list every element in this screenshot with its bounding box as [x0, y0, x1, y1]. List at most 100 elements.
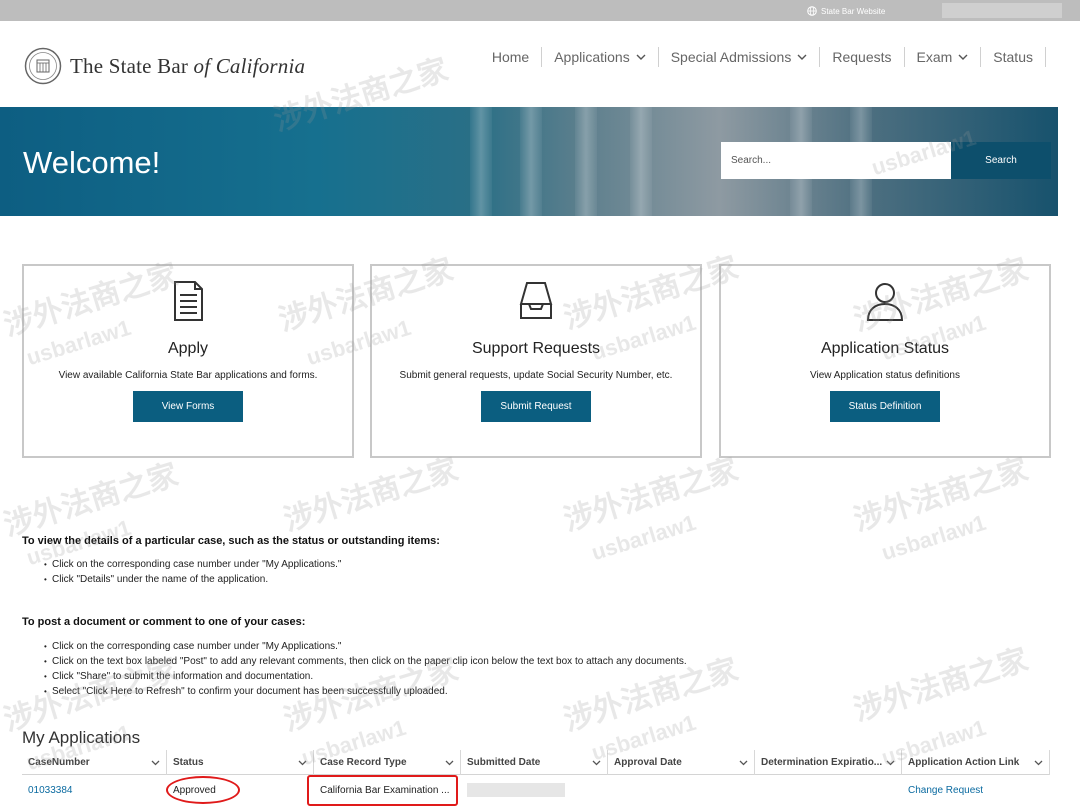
- user-icon: [866, 283, 904, 321]
- card-description: View Application status definitions: [810, 370, 960, 381]
- watermark-text: 涉外法商之家: [560, 453, 742, 538]
- column-header-submitted-date[interactable]: Submitted Date: [461, 750, 608, 775]
- instructions-list-view: Click on the corresponding case number u…: [44, 557, 341, 587]
- cell-action-link: Change Request: [902, 776, 1050, 804]
- redacted-submitted-date: [467, 783, 565, 797]
- column-header-label: Application Action Link: [908, 757, 1020, 768]
- column-header-label: Approval Date: [614, 757, 682, 768]
- chevron-down-icon: [958, 54, 968, 60]
- column-header-label: Case Record Type: [320, 757, 407, 768]
- user-menu-redacted[interactable]: [942, 3, 1062, 18]
- applications-table-header: CaseNumber Status Case Record Type Submi…: [22, 750, 1050, 775]
- card-description: Submit general requests, update Social S…: [399, 370, 673, 381]
- chevron-down-icon[interactable]: [739, 760, 748, 766]
- main-nav: Home Applications Special Admissions Req…: [480, 47, 1046, 67]
- column-header-label: Status: [173, 757, 204, 768]
- case-number-link[interactable]: 01033384: [28, 785, 73, 796]
- nav-status-label: Status: [993, 49, 1033, 65]
- cell-case-number: 01033384: [22, 776, 167, 804]
- list-item: Click "Details" under the name of the ap…: [44, 572, 341, 587]
- hero-column-decoration: [470, 107, 492, 216]
- card-title: Support Requests: [471, 340, 601, 357]
- cell-approval-date: [608, 776, 755, 804]
- column-header-record-type[interactable]: Case Record Type: [314, 750, 461, 775]
- chevron-down-icon[interactable]: [445, 760, 454, 766]
- chevron-down-icon[interactable]: [592, 760, 601, 766]
- nav-exam-label: Exam: [916, 49, 953, 65]
- nav-requests-label: Requests: [832, 49, 892, 65]
- seal-icon: [24, 47, 62, 85]
- card-description: View available California State Bar appl…: [58, 370, 318, 381]
- cell-expiration: [755, 776, 902, 804]
- instructions-heading-post: To post a document or comment to one of …: [22, 616, 306, 628]
- column-header-label: Determination Expiratio...: [761, 757, 883, 768]
- watermark-text: 涉外法商之家: [850, 643, 1032, 728]
- nav-home[interactable]: Home: [480, 47, 543, 67]
- my-applications-title: My Applications: [22, 728, 141, 747]
- list-item: Click on the corresponding case number u…: [44, 639, 687, 654]
- state-bar-website-link[interactable]: State Bar Website: [807, 4, 885, 18]
- apply-card: Apply View available California State Ba…: [22, 264, 354, 458]
- column-header-label: CaseNumber: [28, 757, 90, 768]
- view-forms-button[interactable]: View Forms: [133, 391, 243, 422]
- chevron-down-icon: [797, 54, 807, 60]
- nav-special-admissions-label: Special Admissions: [670, 49, 792, 65]
- status-highlight-oval: [166, 776, 240, 804]
- watermark-text: usbarlaw1: [588, 509, 699, 566]
- column-header-action-link[interactable]: Application Action Link: [902, 750, 1050, 775]
- watermark-text: 涉外法商之家: [0, 458, 182, 543]
- chevron-down-icon: [636, 54, 646, 60]
- instructions-list-post: Click on the corresponding case number u…: [44, 639, 687, 699]
- chevron-down-icon[interactable]: [1034, 760, 1043, 766]
- search-button[interactable]: Search: [951, 142, 1051, 179]
- nav-special-admissions[interactable]: Special Admissions: [659, 47, 821, 67]
- card-title: Apply: [167, 340, 209, 357]
- logo-wordmark: The State Bar of California: [70, 54, 305, 79]
- logo-text-italic: of California: [193, 53, 306, 78]
- logo-text-main: The State Bar: [70, 53, 194, 78]
- watermark-text: 涉外法商之家: [850, 453, 1032, 538]
- watermark-text: usbarlaw1: [878, 509, 989, 566]
- status-definition-button[interactable]: Status Definition: [830, 391, 940, 422]
- column-header-case-number[interactable]: CaseNumber: [22, 750, 167, 775]
- site-header: The State Bar of California Home Applica…: [0, 21, 1080, 107]
- list-item: Select "Click Here to Refresh" to confir…: [44, 684, 687, 699]
- change-request-link[interactable]: Change Request: [908, 785, 983, 796]
- column-header-status[interactable]: Status: [167, 750, 314, 775]
- search-input[interactable]: [721, 142, 951, 179]
- card-title: Application Status: [820, 340, 950, 357]
- nav-status[interactable]: Status: [981, 47, 1046, 67]
- cell-submitted-date: [461, 776, 608, 804]
- inbox-tray-icon: [519, 282, 553, 319]
- nav-exam[interactable]: Exam: [905, 47, 982, 67]
- instructions-heading-view: To view the details of a particular case…: [22, 535, 440, 547]
- nav-requests[interactable]: Requests: [820, 47, 905, 67]
- nav-applications-label: Applications: [554, 49, 630, 65]
- hero-banner: Welcome! Search: [0, 107, 1058, 216]
- hero-column-decoration: [520, 107, 542, 216]
- column-header-expiration[interactable]: Determination Expiratio...: [755, 750, 902, 775]
- chevron-down-icon[interactable]: [886, 760, 895, 766]
- hero-column-decoration: [575, 107, 597, 216]
- nav-home-label: Home: [491, 49, 530, 65]
- record-type-highlight-box: [307, 775, 458, 806]
- hero-column-decoration: [630, 107, 652, 216]
- column-header-approval-date[interactable]: Approval Date: [608, 750, 755, 775]
- list-item: Click "Share" to submit the information …: [44, 669, 687, 684]
- watermark-text: 涉外法商之家: [280, 453, 462, 538]
- submit-request-button[interactable]: Submit Request: [481, 391, 591, 422]
- state-bar-logo[interactable]: The State Bar of California: [24, 47, 305, 85]
- welcome-title: Welcome!: [23, 145, 161, 180]
- column-header-label: Submitted Date: [467, 757, 541, 768]
- list-item: Click on the text box labeled "Post" to …: [44, 654, 687, 669]
- nav-applications[interactable]: Applications: [542, 47, 659, 67]
- state-bar-website-label: State Bar Website: [821, 6, 886, 16]
- support-requests-card: Support Requests Submit general requests…: [370, 264, 702, 458]
- chevron-down-icon[interactable]: [151, 760, 160, 766]
- application-status-card: Application Status View Application stat…: [719, 264, 1051, 458]
- globe-icon: [807, 6, 817, 16]
- utility-bar: State Bar Website: [0, 0, 1080, 21]
- document-icon: [174, 281, 203, 321]
- chevron-down-icon[interactable]: [298, 760, 307, 766]
- list-item: Click on the corresponding case number u…: [44, 557, 341, 572]
